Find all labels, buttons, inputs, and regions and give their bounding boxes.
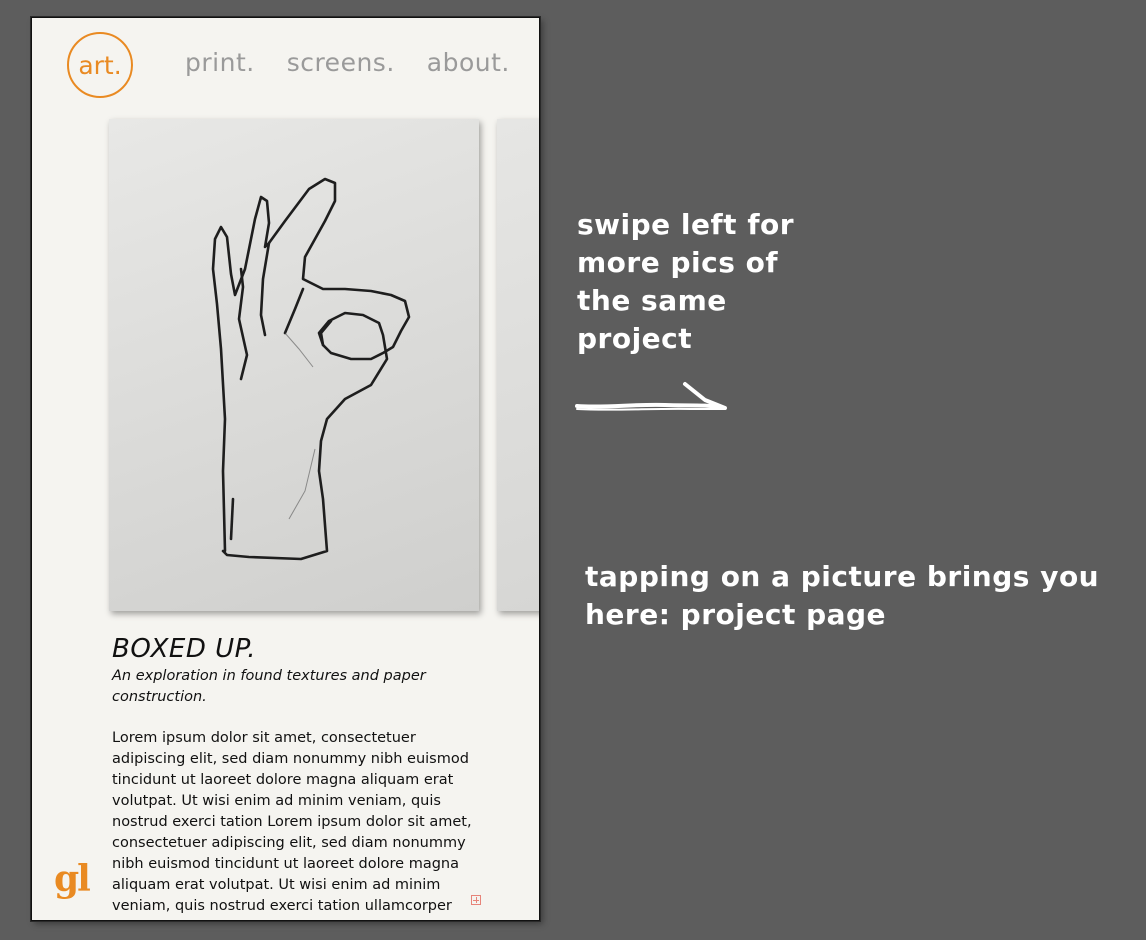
gl-logo[interactable]: gl	[54, 858, 91, 900]
art-logo-button[interactable]: art.	[67, 32, 133, 98]
next-photo-peek[interactable]	[497, 119, 539, 611]
swipe-annotation: swipe left for more pics of the same pro…	[577, 208, 795, 355]
nav-about[interactable]: about.	[427, 48, 510, 77]
nav-print[interactable]: print.	[185, 48, 255, 77]
project-title: BOXED UP.	[112, 634, 257, 664]
project-photo[interactable]	[109, 119, 479, 611]
wire-hand-image	[211, 177, 411, 561]
arrow-right-icon	[575, 382, 727, 411]
expand-icon[interactable]	[471, 895, 481, 905]
nav-screens[interactable]: screens.	[287, 48, 395, 77]
top-nav: print. screens. about.	[185, 48, 510, 77]
project-subtitle: An exploration in found textures and pap…	[112, 668, 426, 705]
tap-annotation: tapping on a picture brings you here: pr…	[585, 560, 1100, 631]
phone-screen: art. print. screens. about. BOXED UP. An…	[31, 17, 540, 921]
art-logo-label: art.	[78, 50, 122, 80]
project-description: Lorem ipsum dolor sit amet, consectetuer…	[112, 730, 472, 914]
